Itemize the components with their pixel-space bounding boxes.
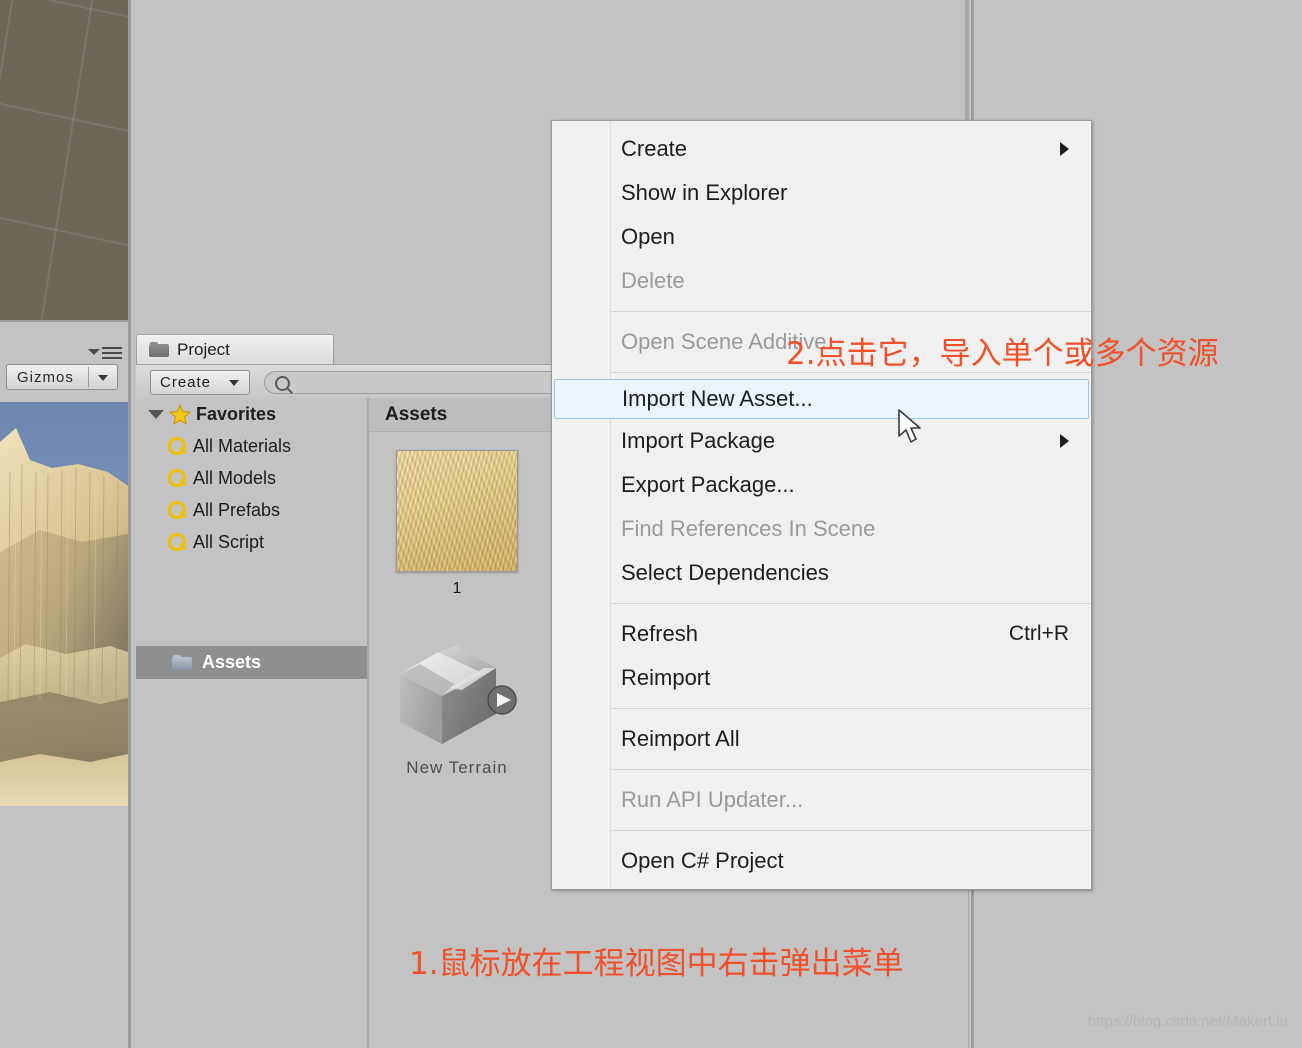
tree-item-label: All Script [193, 531, 265, 552]
hamburger-icon[interactable] [102, 347, 122, 359]
context-menu: Create Show in Explorer Open Delete Open… [551, 120, 1092, 890]
annotation-step-1: 1.鼠标放在工程视图中右击弹出菜单 [409, 946, 904, 982]
create-button[interactable]: Create [150, 370, 250, 395]
menu-item-export-package[interactable]: Export Package... [552, 463, 1091, 507]
menu-item-open[interactable]: Open [552, 215, 1091, 259]
editor-root: Gizmos Project Create Favorites All Mate… [0, 0, 1302, 1048]
tree-item-all-prefabs[interactable]: All Prefabs [136, 494, 367, 526]
tree-item-all-models[interactable]: All Models [136, 462, 367, 494]
menu-item-label: Create [621, 136, 688, 161]
menu-item-create[interactable]: Create [552, 127, 1091, 171]
tree-item-assets-label: Assets [202, 652, 262, 672]
menu-item-show-in-explorer[interactable]: Show in Explorer [552, 171, 1091, 215]
menu-item-reimport-all[interactable]: Reimport All [552, 717, 1091, 761]
search-icon [275, 376, 290, 391]
tree-item-all-materials[interactable]: All Materials [136, 430, 367, 462]
search-icon [166, 531, 188, 553]
menu-item-reimport[interactable]: Reimport [552, 656, 1091, 700]
menu-item-select-dependencies[interactable]: Select Dependencies [552, 551, 1091, 595]
tree-item-all-script[interactable]: All Script [136, 526, 367, 558]
menu-group-4: Refresh Ctrl+R Reimport [552, 604, 1091, 700]
menu-item-run-api-updater: Run API Updater... [552, 778, 1091, 822]
menu-item-open-csharp-project[interactable]: Open C# Project [552, 839, 1091, 883]
tree-item-favorites[interactable]: Favorites [136, 398, 367, 430]
tab-project-label: Project [177, 339, 230, 359]
chevron-down-icon[interactable] [88, 349, 100, 355]
sand-texture-thumbnail [396, 450, 518, 572]
asset-label: New Terrain [406, 758, 508, 777]
menu-item-shortcut: Ctrl+R [1008, 622, 1069, 645]
menu-item-import-package[interactable]: Import Package [552, 419, 1091, 463]
menu-group-1: Create Show in Explorer Open Delete [552, 121, 1091, 303]
mouse-cursor-icon [897, 408, 925, 446]
gizmos-button-divider [88, 367, 89, 387]
menu-group-6: Run API Updater... [552, 770, 1091, 830]
submenu-arrow-icon [1060, 142, 1069, 156]
tab-project[interactable]: Project [136, 334, 334, 364]
menu-item-label: Open C# Project [621, 848, 784, 873]
watermark: https://blog.csdn.net/MakerLiu [1087, 1013, 1288, 1030]
menu-group-7: Open C# Project [552, 831, 1091, 883]
menu-item-label: Find References In Scene [621, 516, 876, 541]
menu-group-3: Import New Asset... Import Package Expor… [552, 373, 1091, 595]
search-icon [166, 467, 188, 489]
tree-item-label: All Materials [193, 435, 292, 456]
annotation-step-2: 2.点击它，导入单个或多个资源 [786, 336, 1219, 372]
menu-group-5: Reimport All [552, 709, 1091, 769]
asset-label: 1 [452, 580, 462, 597]
create-button-label: Create [160, 374, 212, 391]
star-icon [169, 403, 191, 425]
package-box-icon [392, 638, 522, 750]
menu-item-label: Import New Asset... [622, 386, 813, 411]
game-preview-view[interactable] [0, 402, 130, 806]
gizmos-button[interactable]: Gizmos [6, 364, 118, 390]
menu-item-label: Open [621, 224, 675, 249]
chevron-down-icon[interactable] [229, 380, 239, 386]
project-tree-pane: Favorites All Materials All Models All P… [136, 398, 369, 1048]
menu-item-label: Import Package [621, 428, 776, 453]
tree-item-assets[interactable]: Assets [136, 646, 367, 679]
submenu-arrow-icon [1060, 434, 1069, 448]
menu-item-label: Reimport All [621, 726, 740, 751]
menu-item-refresh[interactable]: Refresh Ctrl+R [552, 612, 1091, 656]
terrain-preview-image [0, 428, 128, 806]
menu-item-label: Export Package... [621, 472, 795, 497]
folder-icon [172, 655, 192, 670]
menu-item-label: Show in Explorer [621, 180, 788, 205]
menu-item-delete: Delete [552, 259, 1091, 303]
menu-item-label: Run API Updater... [621, 787, 804, 812]
menu-item-label: Delete [621, 268, 685, 293]
search-icon [166, 499, 188, 521]
view-options-icons[interactable] [86, 346, 122, 360]
menu-item-find-references-in-scene: Find References In Scene [552, 507, 1091, 551]
asset-item-new-terrain[interactable]: New Terrain [377, 638, 537, 778]
gizmos-toolbar: Gizmos [0, 322, 128, 400]
tree-item-favorites-label: Favorites [196, 403, 277, 424]
search-icon [166, 435, 188, 457]
menu-item-import-new-asset[interactable]: Import New Asset... [554, 379, 1089, 419]
triangle-down-icon[interactable] [148, 409, 164, 419]
tree-item-label: All Prefabs [193, 499, 281, 520]
menu-item-label: Reimport [621, 665, 711, 690]
assets-header-label: Assets [385, 403, 448, 425]
scene-view[interactable] [0, 0, 130, 322]
tree-item-label: All Models [193, 467, 277, 488]
folder-icon [149, 342, 169, 357]
chevron-down-icon[interactable] [98, 375, 108, 381]
gizmos-button-label: Gizmos [17, 368, 74, 386]
asset-item-1[interactable]: 1 [377, 450, 537, 598]
menu-item-label: Select Dependencies [621, 560, 829, 585]
menu-item-label: Refresh [621, 621, 699, 646]
